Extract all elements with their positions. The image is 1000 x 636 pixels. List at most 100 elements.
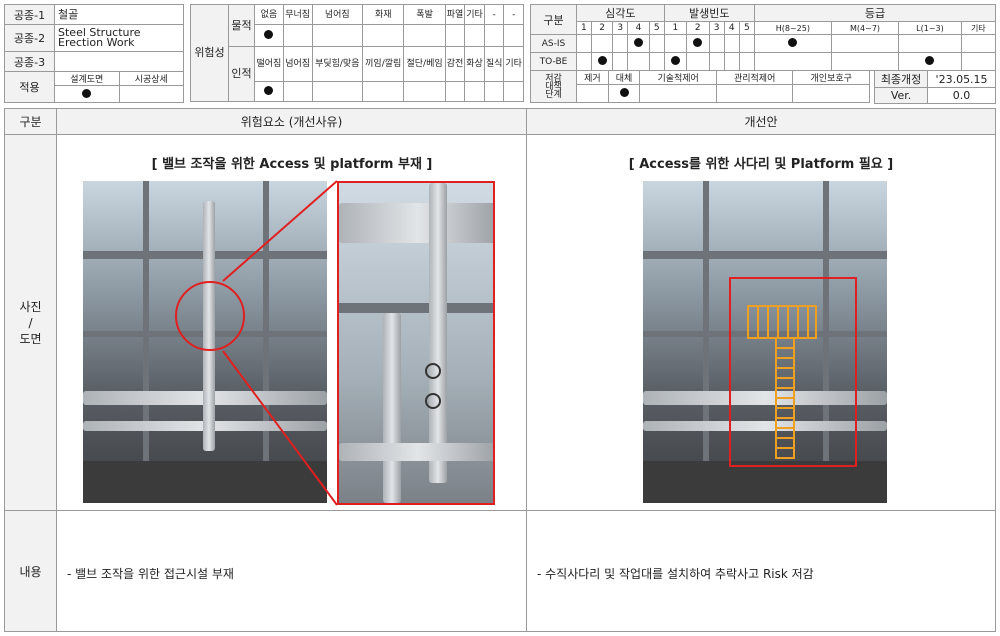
work-type-3-label: 공종-3	[4, 51, 55, 72]
frequency-num: 3	[708, 21, 725, 35]
risk-header: 위험요소 (개선사유)	[57, 109, 527, 135]
reduction-substitute-cell	[607, 84, 641, 103]
work-type-1-label: 공종-1	[4, 4, 55, 25]
human-item: 넘어짐	[282, 46, 313, 82]
severity-num: 4	[627, 21, 650, 35]
frequency-num: 2	[686, 21, 710, 35]
apply-design-header: 설계도면	[54, 71, 120, 86]
severity-num: 5	[648, 21, 665, 35]
to-be-frequency-1	[663, 52, 688, 71]
as-is-frequency-2	[686, 34, 710, 53]
human-item: 기타	[503, 46, 524, 82]
check-dot	[693, 37, 703, 47]
human-cell-1	[254, 81, 284, 102]
physical-cell	[464, 24, 485, 47]
severity-num: 1	[576, 21, 592, 35]
reduction-item: 개인보호구	[792, 70, 870, 85]
version-value: 0.0	[927, 87, 996, 104]
hazard-title: 위험성	[190, 4, 229, 102]
apply-detail-cell	[118, 85, 184, 103]
reduction-item: 기술적제어	[639, 70, 717, 85]
check-dot	[264, 85, 274, 95]
physical-cell	[311, 24, 364, 47]
main-col-label: 구분	[5, 109, 57, 135]
improve-caption: [ Access를 위한 사다리 및 Platform 필요 ]	[628, 157, 894, 172]
revision-date-value: '23.05.15	[927, 70, 996, 88]
main-section: 구분 위험요소 (개선사유) 개선안 사진 / 도면 내용 [ 밸브 조작을 위…	[4, 108, 996, 632]
work-type-2-value: Steel Structure Erection Work	[54, 24, 184, 52]
human-item: 감전	[444, 46, 466, 82]
human-cell	[311, 81, 364, 102]
frequency-num: 4	[723, 21, 740, 35]
valve-wheel-icon	[425, 363, 441, 379]
risk-content-text: - 밸브 조작을 위한 접근시설 부재	[67, 567, 234, 581]
platform-icon	[747, 305, 817, 339]
work-type-3-value	[54, 51, 184, 72]
human-item: 부딪힘/맞음	[311, 46, 364, 82]
reduction-table: 저감 대책 단계 제거 대체 기술적제어 관리적제어 개인보호구	[530, 70, 870, 103]
check-dot	[788, 37, 798, 47]
frequency-num: 1	[663, 21, 688, 35]
work-type-2-label: 공종-2	[4, 24, 55, 52]
work-type-table: 공종-1 철골 공종-2 Steel Structure Erection Wo…	[4, 4, 184, 103]
physical-cell	[503, 24, 524, 47]
content-label: 내용	[5, 511, 57, 631]
physical-item: 파열	[444, 4, 466, 25]
human-item: 화상	[464, 46, 485, 82]
human-item: 떨어짐	[254, 46, 284, 82]
physical-cell	[282, 24, 313, 47]
severity-header: 심각도	[576, 4, 665, 22]
apply-detail-header: 시공상세	[118, 71, 184, 86]
physical-item: -	[503, 4, 524, 25]
severity-num: 2	[590, 21, 614, 35]
human-item: 끼임/깔림	[362, 46, 405, 82]
reduction-item: 관리적제어	[715, 70, 794, 85]
reduction-label: 저감 대책 단계	[530, 70, 577, 103]
grade-table: 구분 심각도 발생빈도 등급 1 2 3 4 5 1 2 3 4 5 H(8~2…	[530, 4, 997, 71]
check-dot	[619, 87, 629, 97]
improve-header: 개선안	[527, 109, 995, 135]
frequency-num: 5	[738, 21, 755, 35]
physical-cell	[403, 24, 446, 47]
to-be-severity-2	[590, 52, 614, 71]
human-item: 질식	[483, 46, 505, 82]
human-cell	[464, 81, 485, 102]
to-be-label: TO-BE	[530, 52, 577, 71]
human-cell	[503, 81, 524, 102]
risk-caption: [ 밸브 조작을 위한 Access 및 platform 부재 ]	[151, 157, 433, 172]
human-cell	[362, 81, 405, 102]
zoom-photo	[337, 181, 495, 505]
apply-label: 적용	[4, 71, 55, 103]
as-is-label: AS-IS	[530, 34, 577, 53]
physical-cell	[483, 24, 505, 47]
ladder-icon	[775, 339, 795, 459]
human-item: 절단/베임	[403, 46, 446, 82]
physical-item: 화재	[362, 4, 405, 25]
revision-table: 최종개정 '23.05.15 Ver. 0.0	[873, 70, 996, 104]
valve-wheel-icon	[425, 393, 441, 409]
physical-cell-1	[254, 24, 284, 47]
level-h: H(8~25)	[753, 21, 832, 35]
physical-item: 무너짐	[282, 4, 313, 25]
frequency-header: 발생빈도	[663, 4, 755, 22]
check-dot	[82, 88, 92, 98]
risk-photo	[83, 181, 327, 503]
improve-content-text: - 수직사다리 및 작업대를 설치하여 추락사고 Risk 저감	[537, 567, 814, 581]
level-m: M(4~7)	[830, 21, 900, 35]
human-cell	[483, 81, 505, 102]
level-header: 등급	[753, 4, 997, 22]
physical-item: 넘어짐	[311, 4, 364, 25]
version-label: Ver.	[873, 87, 929, 104]
to-be-level-l	[898, 52, 962, 71]
physical-cell	[362, 24, 405, 47]
check-dot	[670, 55, 680, 65]
human-cell	[444, 81, 466, 102]
level-l: L(1~3)	[898, 21, 962, 35]
human-label: 인적	[228, 46, 255, 102]
level-etc: 기타	[960, 21, 997, 35]
highlight-circle	[175, 281, 245, 351]
revision-date-label: 최종개정	[873, 70, 929, 88]
physical-item: 기타	[464, 4, 485, 25]
as-is-level-h	[753, 34, 832, 53]
check-dot	[925, 55, 935, 65]
